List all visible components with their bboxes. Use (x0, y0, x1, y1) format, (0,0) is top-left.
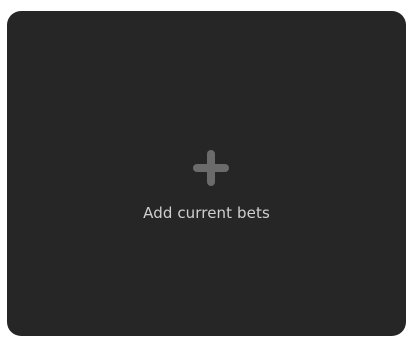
plus-icon (191, 148, 231, 188)
add-current-bets-label: Add current bets (143, 204, 270, 222)
add-current-bets-card[interactable]: Add current bets (7, 11, 406, 336)
